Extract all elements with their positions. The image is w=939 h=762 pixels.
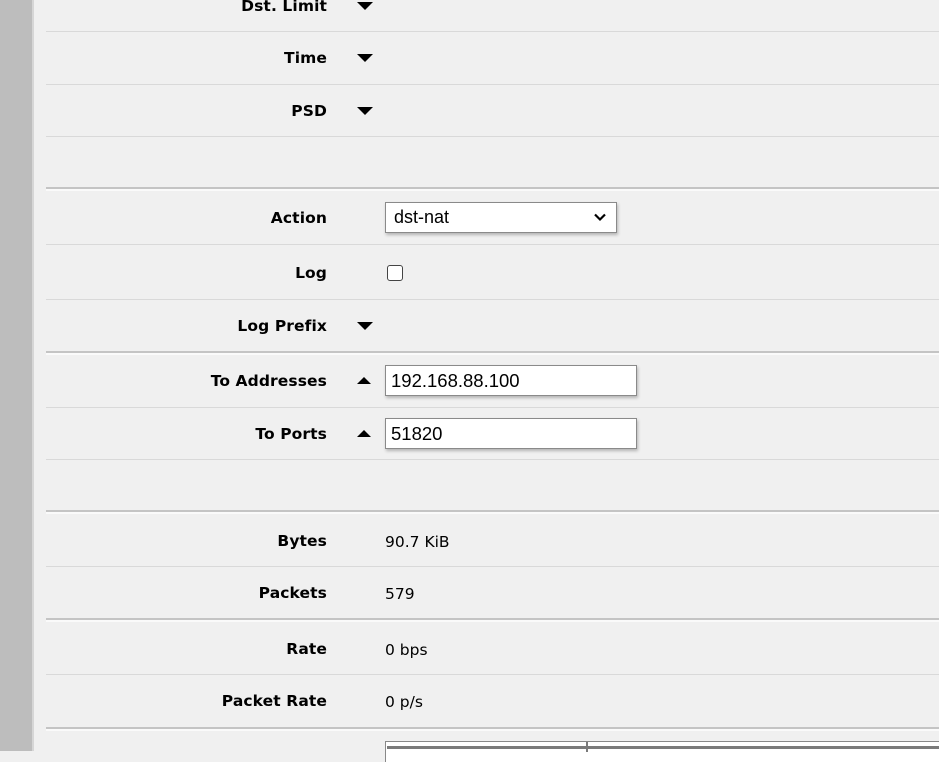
bytes-label: Bytes	[277, 532, 327, 550]
row-log: Log	[46, 245, 939, 300]
expand-log-prefix-icon[interactable]	[357, 322, 373, 330]
to-addresses-input[interactable]	[385, 365, 637, 396]
rule-form: Dst. Limit Time PSD Action dst-nat Log L…	[46, 0, 939, 762]
packet-rate-value: 0 p/s	[385, 693, 423, 711]
row-dst-limit: Dst. Limit	[46, 0, 939, 32]
row-time: Time	[46, 32, 939, 85]
row-psd: PSD	[46, 85, 939, 137]
log-checkbox[interactable]	[387, 265, 403, 281]
row-to-ports: To Ports	[46, 408, 939, 460]
row-rate: Rate 0 bps	[46, 621, 939, 675]
expand-psd-icon[interactable]	[357, 107, 373, 115]
row-to-addresses: To Addresses	[46, 354, 939, 408]
log-label: Log	[295, 264, 327, 282]
bytes-value: 90.7 KiB	[385, 533, 450, 551]
log-prefix-label: Log Prefix	[237, 317, 327, 335]
action-select[interactable]: dst-nat	[385, 202, 617, 233]
row-packets: Packets 579	[46, 567, 939, 620]
packet-rate-label: Packet Rate	[221, 692, 327, 710]
time-label: Time	[284, 49, 327, 67]
packets-label: Packets	[258, 584, 327, 602]
collapse-to-addresses-icon[interactable]	[357, 377, 371, 384]
to-ports-input[interactable]	[385, 418, 637, 449]
expand-time-icon[interactable]	[357, 54, 373, 62]
row-log-prefix: Log Prefix	[46, 300, 939, 353]
psd-label: PSD	[291, 102, 327, 120]
packets-value: 579	[385, 585, 415, 603]
chevron-down-icon	[594, 213, 606, 222]
graph-baseline	[387, 746, 939, 749]
row-bytes: Bytes 90.7 KiB	[46, 513, 939, 567]
row-packet-rate: Packet Rate 0 p/s	[46, 675, 939, 729]
dst-limit-label: Dst. Limit	[241, 0, 327, 15]
action-select-value: dst-nat	[394, 207, 450, 227]
section-spacer	[46, 460, 939, 512]
collapse-to-ports-icon[interactable]	[357, 430, 371, 437]
traffic-graph	[385, 741, 939, 762]
section-spacer	[46, 137, 939, 189]
to-ports-label: To Ports	[255, 425, 327, 443]
expand-dst-limit-icon[interactable]	[357, 2, 373, 10]
left-sidebar	[0, 0, 34, 751]
action-label: Action	[270, 209, 327, 227]
to-addresses-label: To Addresses	[210, 372, 327, 390]
rate-value: 0 bps	[385, 641, 428, 659]
rate-label: Rate	[286, 640, 327, 658]
row-action: Action dst-nat	[46, 190, 939, 245]
